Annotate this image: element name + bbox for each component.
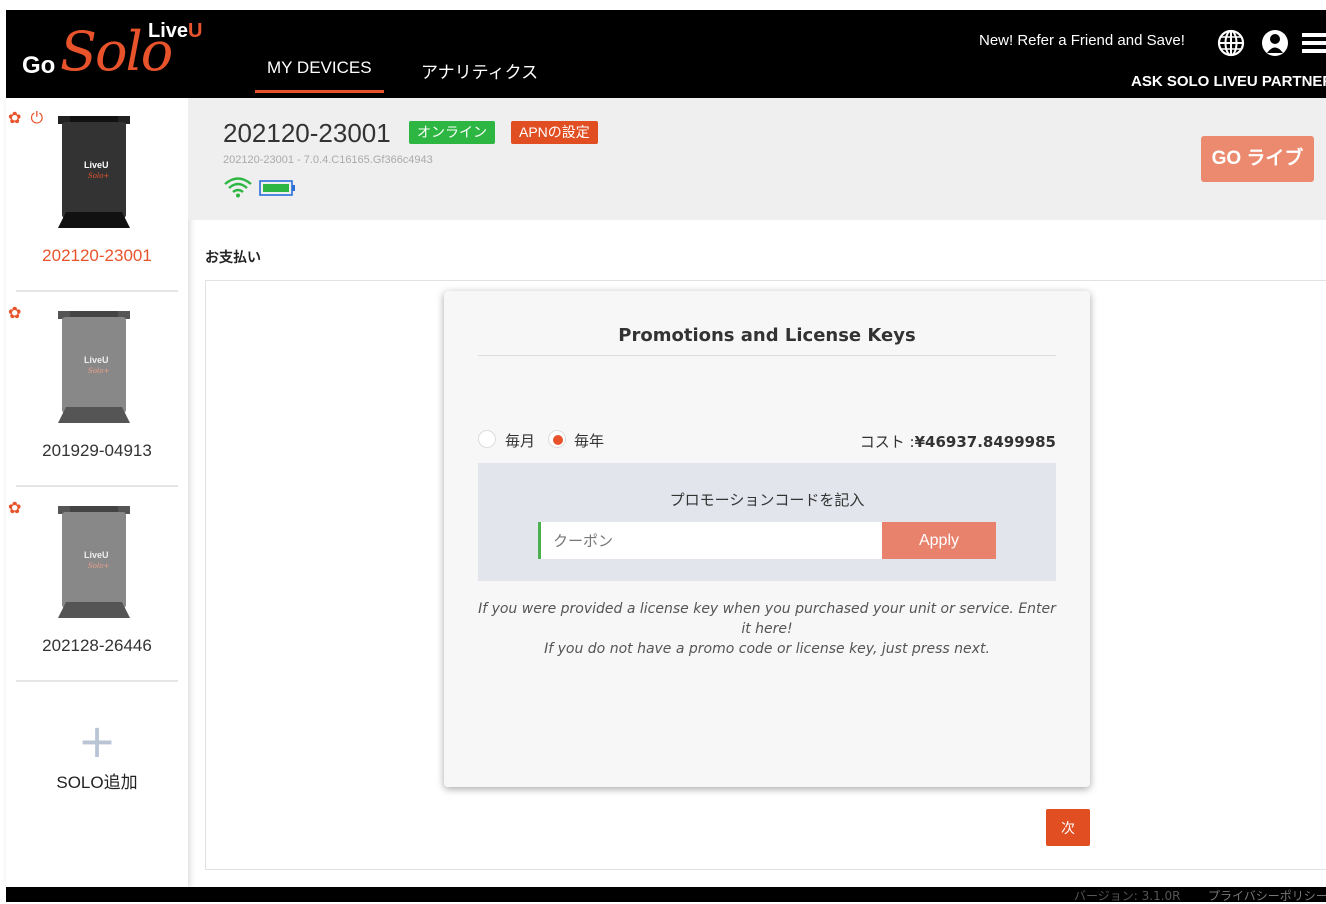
divider [16,290,178,292]
device-item-202120-23001[interactable]: ✿ ⏻ LiveU Solo+ 202120-23001 [6,98,188,293]
tab-my-devices[interactable]: MY DEVICES [255,58,384,93]
promo-label: プロモーションコードを記入 [669,491,865,509]
device-controls: ✿ [8,303,21,322]
privacy-policy-link[interactable]: プライバシーポリシー [1208,887,1326,904]
solo-unit-image: LiveU Solo+ [58,506,130,618]
cost-value: ¥46937.8499985 [914,433,1056,451]
add-solo-label: SOLO追加 [56,773,138,792]
device-label: 202128-26446 [42,636,152,655]
device-controls: ✿ [8,498,21,517]
power-icon[interactable]: ⏻ [31,108,44,127]
globe-icon[interactable] [1216,28,1246,58]
license-note: If you were provided a license key when … [478,599,1056,659]
gear-icon[interactable]: ✿ [8,108,21,127]
app-footer: バージョン: 3.1.0R プライバシーポリシー [6,887,1326,904]
apn-settings-button[interactable]: APNの設定 [511,121,598,144]
firmware-version: 202120-23001 - 7.0.4.C16165.Gf366c4943 [223,154,433,166]
svg-text:Solo+: Solo+ [88,172,109,180]
license-note-line1: If you were provided a license key when … [478,601,1056,637]
svg-text:Solo+: Solo+ [88,367,109,375]
version-text: バージョン: 3.1.0R [1074,889,1181,903]
license-note-line2: If you do not have a promo code or licen… [544,641,990,657]
device-controls: ✿ ⏻ [8,108,43,128]
gear-icon[interactable]: ✿ [8,498,21,517]
add-solo-button[interactable]: + SOLO追加 [6,718,188,793]
cost-display: コスト :¥46937.8499985 [860,431,1056,452]
device-item-201929-04913[interactable]: ✿ LiveU Solo+ 201929-04913 [6,293,188,488]
card-divider [478,355,1056,356]
coupon-input[interactable] [538,522,882,559]
svg-text:Solo+: Solo+ [88,562,109,570]
logo-liveu: LiveU [148,20,203,42]
gosolo-logo[interactable]: Go Solo LiveU [18,18,208,88]
status-badge: オンライン [409,121,495,144]
device-header: 202120-23001 オンライン APNの設定 202120-23001 -… [188,98,1326,220]
solo-unit-image: LiveU Solo+ [58,311,130,423]
yearly-radio[interactable] [548,430,566,448]
device-sidebar: ✿ ⏻ LiveU Solo+ 202120-23001 ✿ LiveU Sol… [6,98,188,887]
plus-icon: + [77,714,117,768]
tab-analytics[interactable]: アナリティクス [421,58,538,83]
divider [16,485,178,487]
device-label: 201929-04913 [42,441,152,460]
go-live-button[interactable]: GO ライブ [1201,136,1314,182]
app-header: Go Solo LiveU MY DEVICES アナリティクス New! Re… [6,10,1326,98]
device-label: 202120-23001 [42,246,152,265]
ask-partner-link[interactable]: ASK SOLO LIVEU PARTNER [1131,73,1326,90]
device-title: 202120-23001 [223,118,391,148]
svg-text:LiveU: LiveU [84,550,109,560]
wifi-icon [224,177,252,198]
section-title: お支払い [205,249,261,265]
divider [16,680,178,682]
card-title: Promotions and License Keys [618,325,916,346]
apply-button[interactable]: Apply [882,522,996,559]
solo-unit-image: LiveU Solo+ [58,116,130,228]
svg-text:LiveU: LiveU [84,355,109,365]
refer-friend-link[interactable]: New! Refer a Friend and Save! [979,32,1185,49]
promo-code-box: プロモーションコードを記入 Apply [478,463,1056,581]
next-button[interactable]: 次 [1046,809,1090,846]
promotions-card: Promotions and License Keys 毎月 毎年 コスト :¥… [444,291,1090,787]
monthly-label[interactable]: 毎月 [505,430,535,451]
battery-icon [259,180,295,196]
svg-text:LiveU: LiveU [84,160,109,170]
user-icon[interactable] [1260,28,1290,58]
cost-label: コスト : [859,433,915,451]
menu-icon[interactable] [1300,28,1326,58]
device-item-202128-26446[interactable]: ✿ LiveU Solo+ 202128-26446 [6,488,188,683]
monthly-radio[interactable] [478,430,496,448]
yearly-label[interactable]: 毎年 [574,430,604,451]
gear-icon[interactable]: ✿ [8,303,21,322]
top-margin [0,0,1326,10]
logo-go: Go [22,52,56,79]
